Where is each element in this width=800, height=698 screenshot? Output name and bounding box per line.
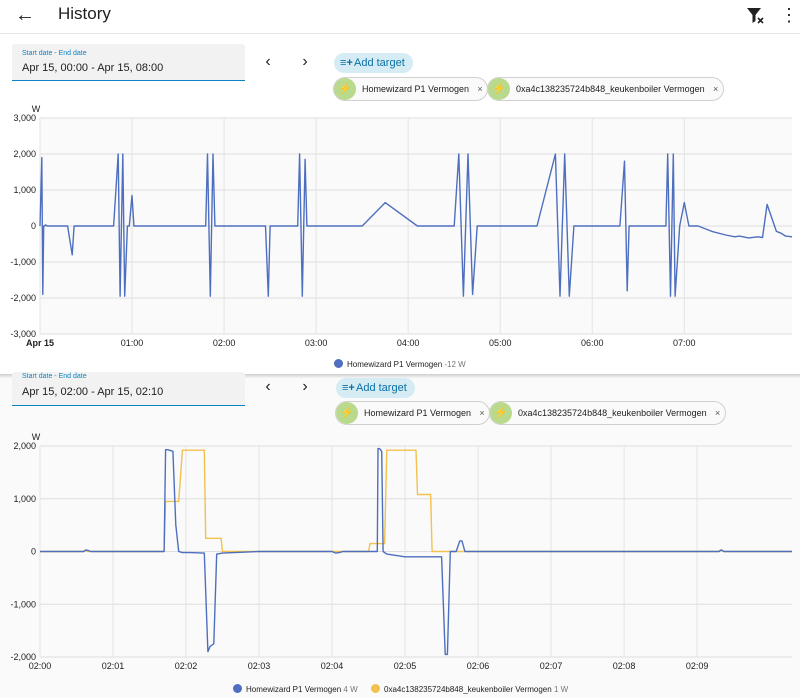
date-range-value: Apr 15, 02:00 - Apr 15, 02:10 [22,386,164,398]
legend-label: 0xa4c138235724b848_keukenboiler Vermogen [384,685,552,694]
close-icon[interactable]: × [711,402,725,424]
series-color-dot [233,684,242,693]
close-icon[interactable]: × [473,78,487,100]
dots-vertical-icon[interactable]: ⋮ [780,4,798,26]
bottom-x-tick-label: 02:07 [540,661,563,671]
legend-item-p1[interactable]: Homewizard P1 Vermogen -12 W [334,359,466,369]
top-y-tick-label: -1,000 [10,257,36,267]
bottom-y-tick-label: -1,000 [10,599,36,609]
top-x-tick-label: Apr 15 [26,338,54,348]
add-target-button[interactable]: ≡+Add target [334,53,413,73]
target-chip-p1-2[interactable]: ⚡ Homewizard P1 Vermogen × [335,401,491,425]
bottom-x-tick-label: 02:06 [467,661,490,671]
flash-icon: ⚡ [334,78,356,100]
bottom-y-tick-label: 2,000 [13,441,36,451]
top-x-tick-label: 04:00 [397,338,420,348]
chevron-right-icon[interactable]: › [296,53,314,71]
top-x-tick-label: 02:00 [213,338,236,348]
bottom-x-tick-label: 02:03 [248,661,271,671]
legend-item-p1-2[interactable]: Homewizard P1 Vermogen 4 W [233,684,358,694]
top-y-tick-label: 3,000 [13,113,36,123]
bottom-x-tick-label: 02:09 [686,661,709,671]
target-chip-p1[interactable]: ⚡ Homewizard P1 Vermogen × [333,77,489,101]
top-y-tick-label: 1,000 [13,185,36,195]
chevron-left-icon[interactable]: ‹ [259,53,277,71]
history-chart-bottom[interactable]: -2,000-1,00001,0002,00002:00 02:01 02:02 02… [0,428,800,680]
legend-value: 1 W [553,685,569,694]
series-color-dot [371,684,380,693]
chip-label: 0xa4c138235724b848_keukenboiler Vermogen [516,84,705,94]
filter-remove-icon[interactable] [744,4,766,26]
bottom-x-tick-label: 02:01 [102,661,125,671]
add-target-label: Add target [354,57,405,69]
back-arrow-icon[interactable]: ← [12,3,38,27]
chip-label: 0xa4c138235724b848_keukenboiler Vermogen [518,408,707,418]
page-title: History [58,4,111,23]
bottom-y-tick-label: 0 [31,547,36,557]
bottom-x-tick-label: 02:05 [394,661,417,671]
target-chip-boiler-2[interactable]: ⚡ 0xa4c138235724b848_keukenboiler Vermoge… [489,401,726,425]
bottom-x-tick-label: 02:08 [613,661,636,671]
bottom-y-tick-label: 1,000 [13,494,36,504]
playlist-plus-icon: ≡+ [340,57,353,69]
top-x-tick-label: 05:00 [489,338,512,348]
date-range-picker-2[interactable]: Start date - End date Apr 15, 02:00 - Ap… [12,372,245,406]
top-x-tick-label: 03:00 [305,338,328,348]
history-chart-top[interactable]: -3,000-2,000-1,00001,0002,0003,000Apr 15… [0,100,800,355]
date-range-picker[interactable]: Start date - End date Apr 15, 00:00 - Ap… [12,44,245,81]
legend-value: 4 W [343,685,358,694]
bottom-x-tick-label: 02:00 [29,661,52,671]
series-color-dot [334,359,343,368]
date-range-value: Apr 15, 00:00 - Apr 15, 08:00 [22,62,164,74]
add-target-button-2[interactable]: ≡+Add target [336,378,415,398]
top-x-tick-label: 06:00 [581,338,604,348]
flash-icon: ⚡ [490,402,512,424]
legend-label: Homewizard P1 Vermogen [347,360,443,369]
add-target-label: Add target [356,382,407,394]
date-range-label: Start date - End date [22,50,87,57]
bottom-y-unit-label: W [32,432,41,442]
flash-icon: ⚡ [488,78,510,100]
close-icon[interactable]: × [709,78,723,100]
date-range-label: Start date - End date [22,373,87,380]
chevron-right-icon[interactable]: › [296,378,314,396]
bottom-x-tick-label: 02:02 [175,661,198,671]
flash-icon: ⚡ [336,402,358,424]
top-y-tick-label: 0 [31,221,36,231]
legend-label: Homewizard P1 Vermogen [246,685,342,694]
playlist-plus-icon: ≡+ [342,382,355,394]
top-y-tick-label: 2,000 [13,149,36,159]
chip-label: Homewizard P1 Vermogen [364,408,472,418]
legend-item-boiler-2[interactable]: 0xa4c138235724b848_keukenboiler Vermogen… [371,684,568,694]
app-header: ← History ⋮ [0,0,800,30]
close-icon[interactable]: × [475,402,489,424]
chevron-left-icon[interactable]: ‹ [259,378,277,396]
top-y-unit-label: W [32,104,41,114]
top-y-tick-label: -2,000 [10,293,36,303]
chip-label: Homewizard P1 Vermogen [362,84,470,94]
top-x-tick-label: 07:00 [673,338,696,348]
header-divider [0,33,800,34]
bottom-x-tick-label: 02:04 [321,661,344,671]
target-chip-boiler[interactable]: ⚡ 0xa4c138235724b848_keukenboiler Vermoge… [487,77,724,101]
top-x-tick-label: 01:00 [121,338,144,348]
legend-value: -12 W [444,360,466,369]
